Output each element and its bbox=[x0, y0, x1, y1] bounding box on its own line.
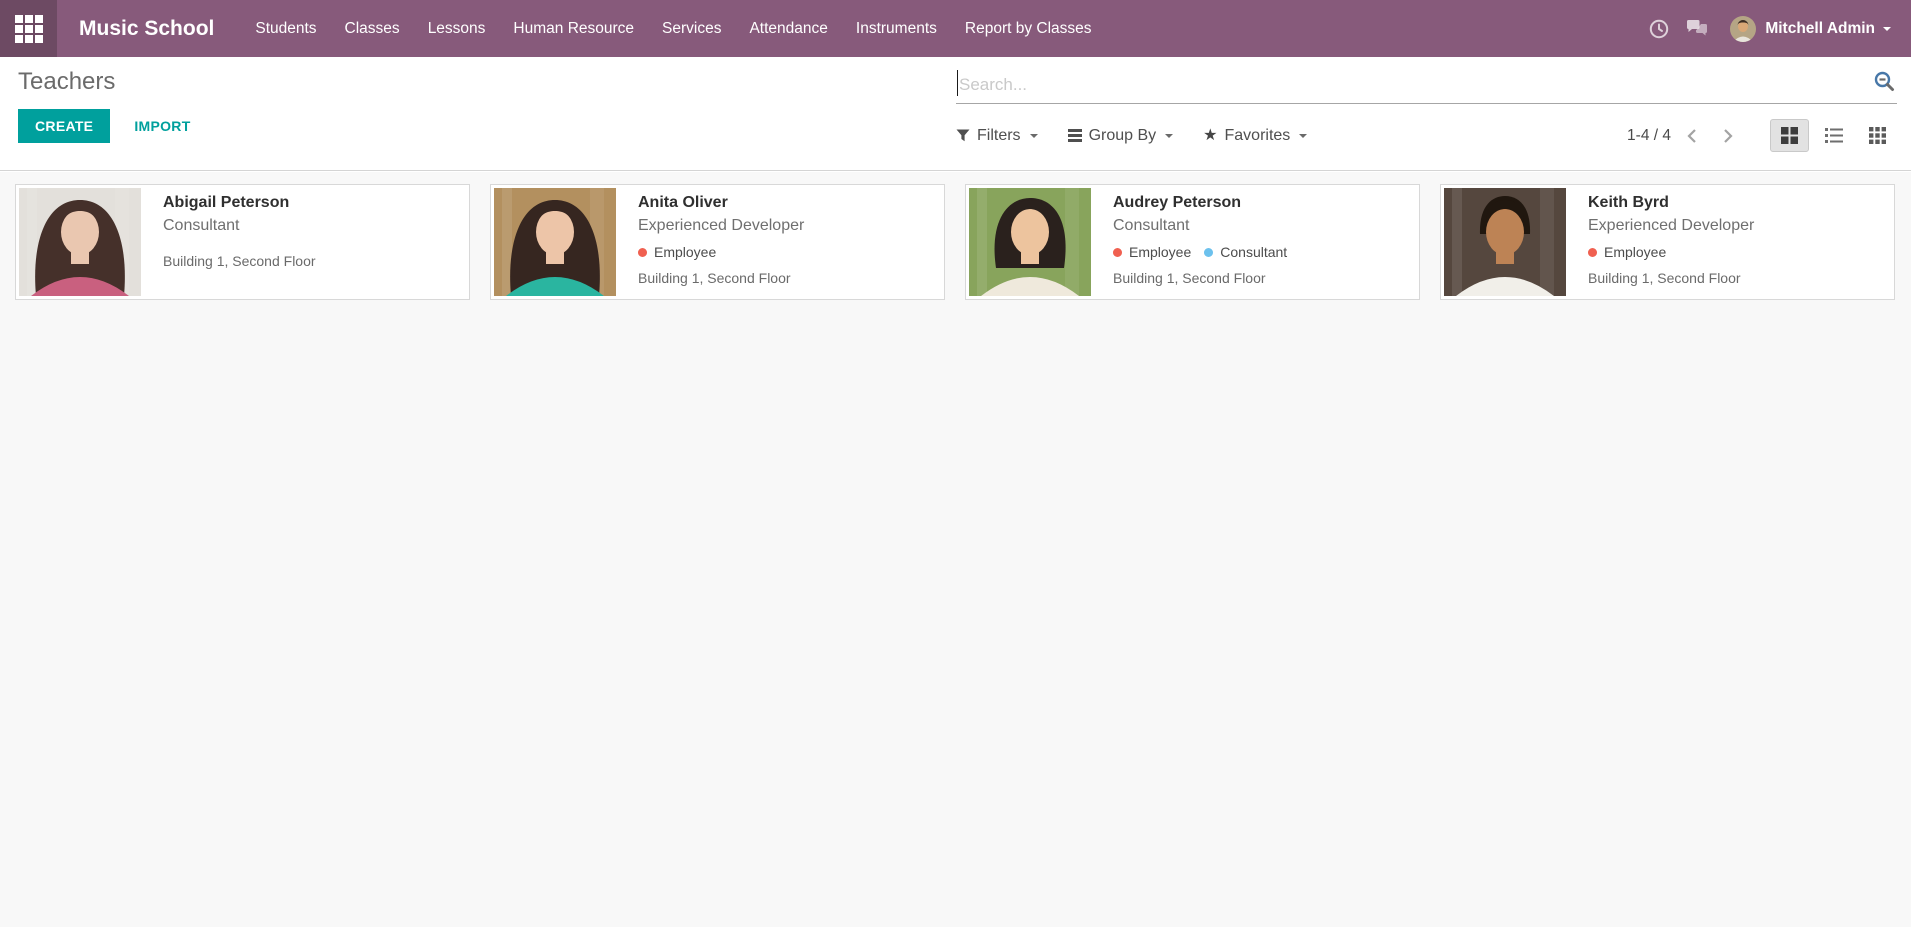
teacher-name[interactable]: Audrey Peterson bbox=[1113, 194, 1300, 212]
teacher-work-location: Building 1, Second Floor bbox=[1588, 270, 1754, 286]
main-menu: StudentsClassesLessonsHuman ResourceServ… bbox=[241, 0, 1105, 57]
menu-item-attendance[interactable]: Attendance bbox=[735, 0, 841, 57]
kanban-view-button[interactable] bbox=[1770, 119, 1809, 152]
user-menu[interactable]: Mitchell Admin bbox=[1765, 20, 1875, 38]
pager-range: 1-4 / 4 bbox=[1627, 127, 1671, 145]
teacher-work-location: Building 1, Second Floor bbox=[1113, 270, 1300, 286]
tag-consultant: Consultant bbox=[1204, 244, 1287, 260]
user-avatar[interactable] bbox=[1730, 16, 1756, 42]
filter-funnel-icon bbox=[956, 129, 970, 142]
favorites-label: Favorites bbox=[1225, 127, 1291, 145]
teacher-card[interactable]: Audrey Peterson Consultant Employee Consu… bbox=[965, 184, 1420, 300]
teacher-photo bbox=[494, 188, 616, 296]
tag-employee: Employee bbox=[638, 244, 716, 260]
menu-item-instruments[interactable]: Instruments bbox=[842, 0, 951, 57]
create-button[interactable]: CREATE bbox=[18, 109, 110, 143]
search-bar bbox=[956, 57, 1897, 104]
tag-dot-icon bbox=[638, 248, 647, 257]
tag-dot-icon bbox=[1113, 248, 1122, 257]
tag-employee: Employee bbox=[1113, 244, 1191, 260]
grid-view-icon bbox=[1869, 127, 1886, 144]
teacher-job-title: Consultant bbox=[163, 217, 316, 235]
group-by-dropdown[interactable]: Group By bbox=[1068, 127, 1174, 145]
list-view-button[interactable] bbox=[1814, 119, 1853, 152]
pager-next-button[interactable] bbox=[1713, 121, 1743, 151]
teacher-work-location: Building 1, Second Floor bbox=[638, 270, 804, 286]
app-title[interactable]: Music School bbox=[57, 17, 241, 41]
teacher-work-location: Building 1, Second Floor bbox=[163, 253, 316, 269]
search-magnifier-icon[interactable] bbox=[1873, 70, 1895, 97]
teacher-card[interactable]: Keith Byrd Experienced Developer Employe… bbox=[1440, 184, 1895, 300]
filters-caret-icon bbox=[1030, 134, 1038, 142]
messages-chat-icon[interactable] bbox=[1678, 0, 1716, 57]
teacher-job-title: Experienced Developer bbox=[1588, 217, 1754, 235]
teacher-tags: Employee bbox=[1588, 244, 1754, 260]
list-view-icon bbox=[1825, 128, 1843, 143]
teacher-job-title: Consultant bbox=[1113, 217, 1300, 235]
top-navbar: Music School StudentsClassesLessonsHuman… bbox=[0, 0, 1911, 57]
teacher-name[interactable]: Abigail Peterson bbox=[163, 194, 316, 212]
favorites-dropdown[interactable]: ★ Favorites bbox=[1203, 127, 1307, 145]
tag-dot-icon bbox=[1588, 248, 1597, 257]
filters-dropdown[interactable]: Filters bbox=[956, 127, 1038, 145]
menu-item-report-by-classes[interactable]: Report by Classes bbox=[951, 0, 1106, 57]
apps-menu-button[interactable] bbox=[0, 0, 57, 57]
teacher-photo bbox=[19, 188, 141, 296]
apps-grid-icon bbox=[15, 15, 43, 43]
import-button[interactable]: IMPORT bbox=[134, 118, 190, 134]
pager: 1-4 / 4 bbox=[1627, 121, 1743, 151]
menu-item-lessons[interactable]: Lessons bbox=[414, 0, 500, 57]
group-by-label: Group By bbox=[1089, 127, 1157, 145]
teacher-name[interactable]: Anita Oliver bbox=[638, 194, 804, 212]
teacher-card[interactable]: Abigail Peterson Consultant Building 1, … bbox=[15, 184, 470, 300]
teacher-card[interactable]: Anita Oliver Experienced Developer Emplo… bbox=[490, 184, 945, 300]
navbar-systray: Mitchell Admin bbox=[1640, 0, 1911, 57]
search-input[interactable] bbox=[956, 57, 1897, 103]
menu-item-students[interactable]: Students bbox=[241, 0, 330, 57]
teacher-photo bbox=[969, 188, 1091, 296]
text-caret bbox=[957, 70, 958, 96]
tag-dot-icon bbox=[1204, 248, 1213, 257]
favorites-caret-icon bbox=[1299, 134, 1307, 142]
menu-item-classes[interactable]: Classes bbox=[331, 0, 414, 57]
favorites-star-icon: ★ bbox=[1203, 128, 1217, 144]
filters-label: Filters bbox=[977, 127, 1021, 145]
grid-view-button[interactable] bbox=[1858, 119, 1897, 152]
teacher-job-title: Experienced Developer bbox=[638, 217, 804, 235]
menu-item-services[interactable]: Services bbox=[648, 0, 735, 57]
group-by-bars-icon bbox=[1068, 128, 1082, 143]
teacher-photo bbox=[1444, 188, 1566, 296]
teacher-tags: Employee bbox=[638, 244, 804, 260]
control-panel: Teachers CREATE IMPORT Filters bbox=[0, 57, 1911, 171]
page-title: Teachers bbox=[18, 68, 191, 96]
pager-previous-button[interactable] bbox=[1677, 121, 1707, 151]
teacher-tags: Employee Consultant bbox=[1113, 244, 1300, 260]
user-menu-caret-icon bbox=[1883, 27, 1891, 35]
kanban-view-icon bbox=[1781, 127, 1798, 144]
view-switcher bbox=[1765, 119, 1897, 152]
menu-item-human-resource[interactable]: Human Resource bbox=[499, 0, 648, 57]
teachers-kanban-view: Abigail Peterson Consultant Building 1, … bbox=[0, 172, 1911, 927]
activities-clock-icon[interactable] bbox=[1640, 0, 1678, 57]
teacher-name[interactable]: Keith Byrd bbox=[1588, 194, 1754, 212]
group-by-caret-icon bbox=[1165, 134, 1173, 142]
tag-employee: Employee bbox=[1588, 244, 1666, 260]
